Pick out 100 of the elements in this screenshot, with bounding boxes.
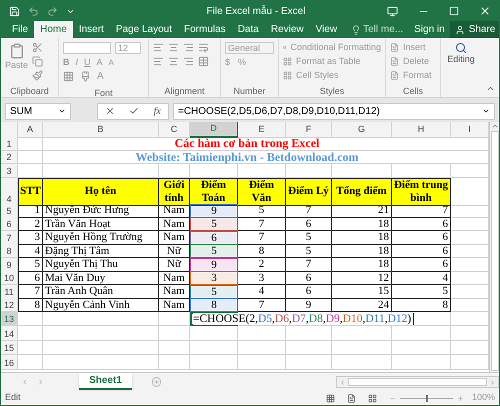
table-cell <box>190 340 238 355</box>
table-cell: 6 <box>286 284 332 298</box>
collapse-ribbon-icon[interactable] <box>486 84 495 93</box>
align-left-icon[interactable] <box>153 56 164 67</box>
new-sheet-icon[interactable] <box>152 377 162 387</box>
close-icon[interactable] <box>479 5 491 17</box>
table-cell: 12 <box>332 271 392 285</box>
table-cell <box>159 355 190 370</box>
row-header[interactable]: 12 <box>1 298 18 312</box>
previous-sheet-icon[interactable] <box>21 378 29 386</box>
middle-align-icon[interactable] <box>168 42 179 53</box>
column-header[interactable]: F <box>286 122 332 138</box>
row-header[interactable]: 7 <box>1 230 18 244</box>
table-cell: 7 <box>286 258 332 272</box>
zoom-in-icon[interactable] <box>456 394 464 402</box>
ribbon-tab[interactable]: Formulas <box>178 21 232 38</box>
save-icon[interactable] <box>9 6 20 16</box>
center-icon[interactable] <box>168 56 179 67</box>
row-header[interactable]: 14 <box>1 326 18 340</box>
row-header[interactable]: 3 <box>1 164 18 178</box>
table-cell: 6 <box>286 217 332 231</box>
clipboard-icon <box>8 42 24 60</box>
table-cell <box>18 137 43 150</box>
top-align-icon[interactable] <box>153 42 164 53</box>
expand-icon[interactable] <box>482 107 490 115</box>
row-header[interactable]: 10 <box>1 271 18 285</box>
table-cell: 6 <box>286 271 332 285</box>
group-label: Font <box>93 88 114 99</box>
table-cell <box>392 355 451 370</box>
column-heading: STT <box>18 178 43 206</box>
row-header[interactable]: 8 <box>1 244 18 258</box>
cut-icon[interactable] <box>32 42 44 53</box>
merge-icon[interactable] <box>198 56 209 67</box>
tell-me-field[interactable]: Tell me... <box>363 21 410 38</box>
page-layout-icon[interactable] <box>346 394 356 402</box>
scroll-up-icon[interactable] <box>490 122 498 130</box>
bottom-align-icon[interactable] <box>183 42 194 53</box>
column-header[interactable]: A <box>18 122 43 138</box>
scroll-right-icon[interactable] <box>489 378 496 386</box>
row-header[interactable]: 2 <box>1 150 18 164</box>
table-cell: Nam <box>159 284 190 298</box>
zoom-thumb[interactable] <box>426 394 428 402</box>
insert-function-button[interactable]: fx <box>154 104 161 118</box>
next-sheet-icon[interactable] <box>36 378 44 386</box>
normal-view-icon[interactable] <box>326 394 335 402</box>
table-cell <box>18 355 43 370</box>
column-header[interactable]: B <box>43 122 159 138</box>
document-icon <box>390 56 399 66</box>
row-header[interactable]: 4 <box>1 178 18 206</box>
scroll-left-icon[interactable] <box>339 378 346 386</box>
ribbon-tab[interactable]: Home <box>34 21 73 38</box>
column-header[interactable]: D <box>190 122 238 138</box>
ribbon-tab[interactable]: File <box>6 21 34 38</box>
wrap-text-icon[interactable] <box>198 42 209 53</box>
table-cell <box>392 326 451 340</box>
row-header[interactable]: 13 <box>1 312 18 326</box>
table-cell: 5 <box>18 258 43 272</box>
row-header[interactable]: 16 <box>1 355 18 370</box>
row-header[interactable]: 9 <box>1 258 18 272</box>
align-right-icon[interactable] <box>183 56 194 67</box>
vertical-scrollbar[interactable] <box>489 122 499 372</box>
column-header[interactable]: G <box>332 122 392 138</box>
row-header[interactable]: 6 <box>1 217 18 231</box>
formula-field[interactable]: =CHOOSE(2,D5,D6,D7,D8,D9,D10,D11,D12) <box>173 102 495 120</box>
dropdown-icon[interactable] <box>58 107 66 115</box>
border-icon[interactable] <box>63 71 74 82</box>
document-icon <box>390 42 399 52</box>
table-cell: Nguyễn Cảnh Vinh <box>43 298 159 312</box>
enter-icon[interactable] <box>129 106 140 116</box>
name-box[interactable]: SUM <box>5 102 71 120</box>
row-header[interactable]: 15 <box>1 340 18 355</box>
row-header[interactable]: 1 <box>1 137 18 150</box>
row-header[interactable]: 11 <box>1 284 18 298</box>
ribbon-tab[interactable]: Data <box>232 21 265 38</box>
person-icon <box>454 24 465 34</box>
table-cell: 5 <box>238 204 286 218</box>
sign-in-link[interactable]: Sign in <box>409 21 450 38</box>
ribbon-tab[interactable]: Insert <box>72 21 110 38</box>
cancel-icon[interactable] <box>105 106 116 116</box>
format-painter-icon[interactable] <box>32 70 44 81</box>
editing-button[interactable]: Editing <box>447 42 475 65</box>
table-cell: 5 <box>286 244 332 258</box>
column-header[interactable]: E <box>238 122 286 138</box>
table-cell: 8 <box>392 298 451 312</box>
column-header[interactable]: H <box>392 122 451 138</box>
ribbon-tab[interactable]: Page Layout <box>110 21 178 38</box>
ribbon-tab[interactable]: View <box>310 21 344 38</box>
table-cell: Nguyễn Thị Thu <box>43 258 159 272</box>
ribbon-tab[interactable]: Review <box>264 21 310 38</box>
table-cell: 7 <box>286 204 332 218</box>
copy-icon[interactable] <box>32 56 44 67</box>
referenced-cell: 5 <box>190 217 238 231</box>
table-cell: 7 <box>238 230 286 244</box>
font-name-field[interactable] <box>63 42 111 54</box>
table-cell: 4 <box>18 244 43 258</box>
row-header[interactable]: 5 <box>1 204 18 218</box>
maximize-icon[interactable] <box>449 6 459 16</box>
share-button[interactable]: Share <box>450 21 499 38</box>
sheet-tab[interactable]: Sheet1 <box>79 372 132 390</box>
horizontal-scrollbar[interactable] <box>336 376 499 388</box>
